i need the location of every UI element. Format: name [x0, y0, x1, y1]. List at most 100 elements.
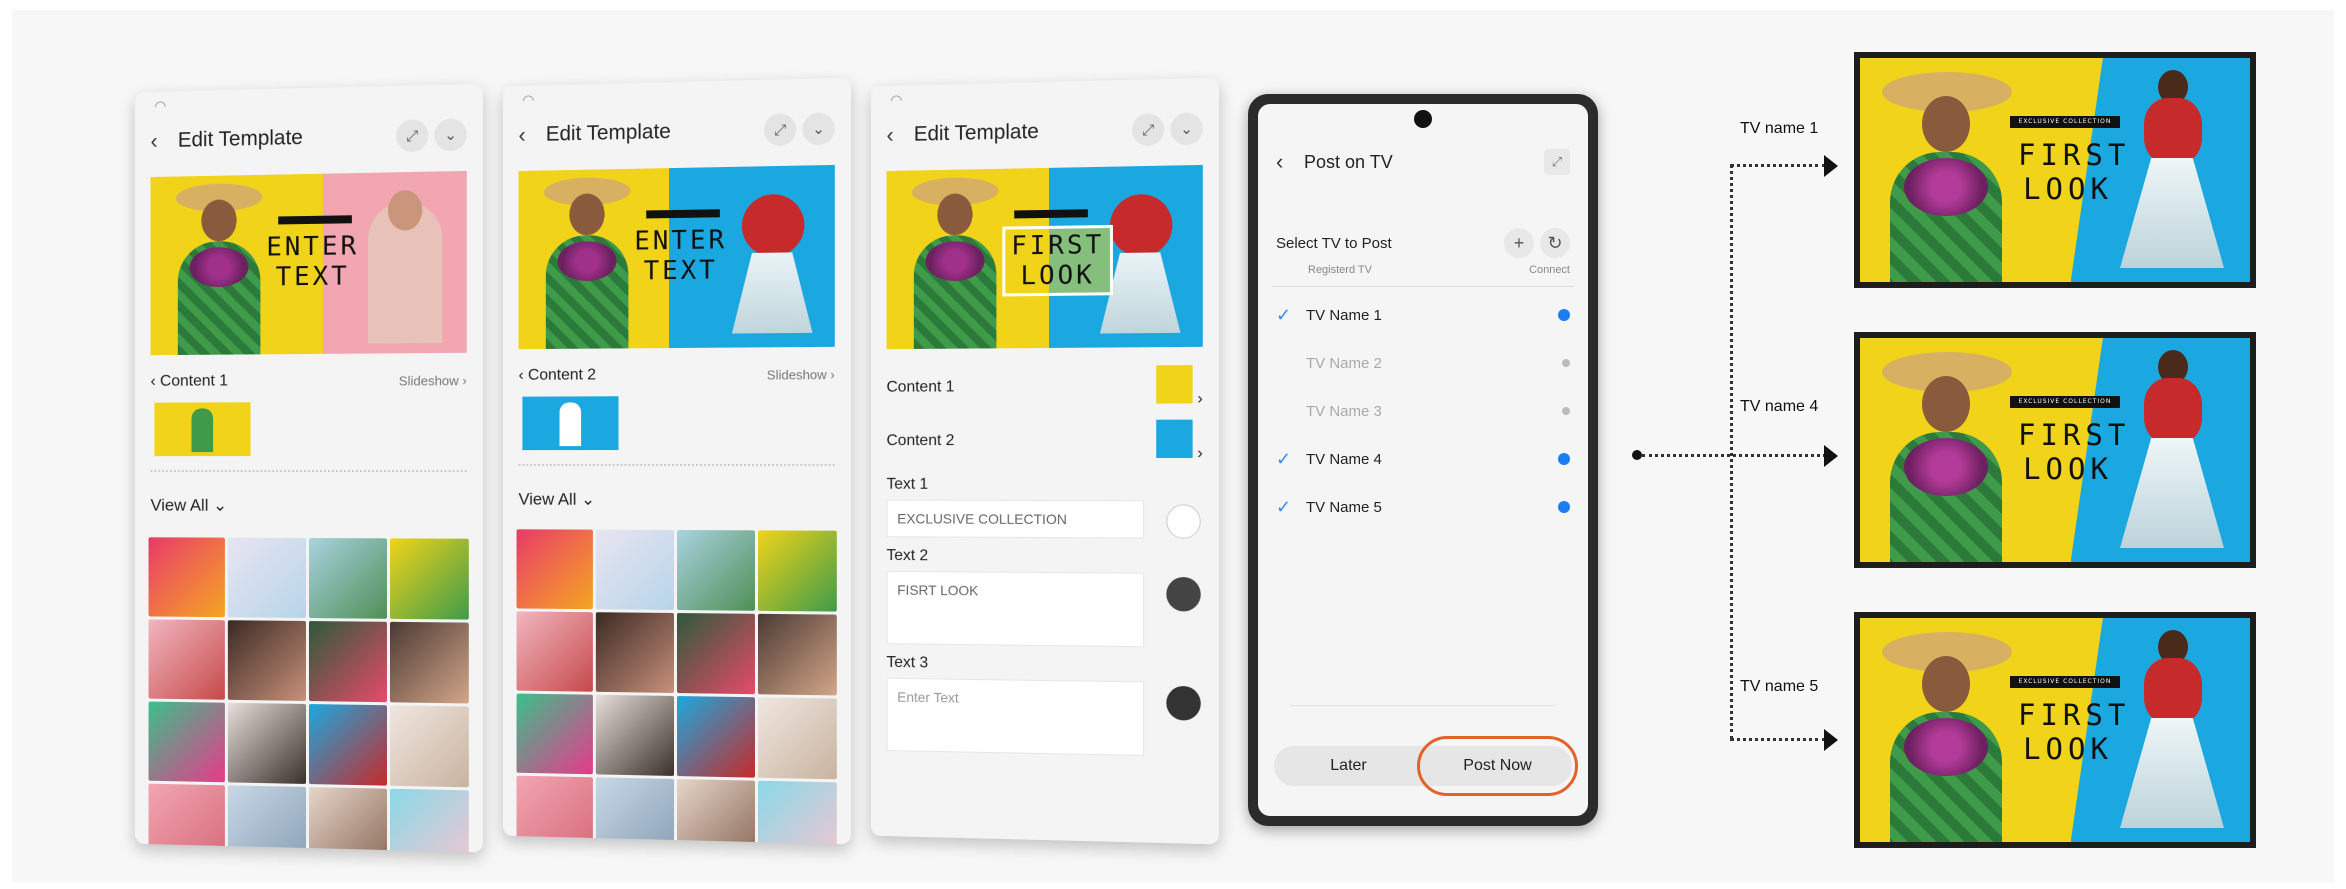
post-now-button[interactable]: Post Now	[1417, 736, 1578, 796]
grid-image[interactable]	[516, 611, 594, 692]
back-icon[interactable]: ‹	[150, 128, 177, 154]
grid-image[interactable]	[676, 613, 755, 695]
content-1-thumbnail[interactable]: ›	[1156, 364, 1203, 408]
page-title: Edit Template	[913, 120, 1039, 146]
grid-image[interactable]	[516, 693, 594, 775]
grid-image[interactable]	[148, 783, 226, 853]
content-thumbnail[interactable]	[154, 402, 251, 457]
grid-image[interactable]	[516, 529, 594, 610]
text-1-label: Text 1	[886, 475, 929, 493]
slideshow-link[interactable]: Slideshow ›	[767, 367, 835, 383]
preview-text: ENTER TEXT	[634, 225, 728, 287]
tv-list-item[interactable]: TV Name 3	[1258, 387, 1588, 435]
grid-image[interactable]	[757, 697, 837, 780]
tv-label: TV name 4	[1740, 398, 1819, 415]
text-1-field[interactable]: EXCLUSIVE COLLECTION	[886, 499, 1145, 539]
chevron-down-icon[interactable]: ⌄	[802, 112, 835, 146]
image-grid	[516, 529, 837, 845]
tv-headline: FIRST LOOK	[2018, 698, 2131, 766]
grid-image[interactable]	[757, 613, 837, 696]
view-all-dropdown[interactable]: View All ⌄	[503, 480, 851, 521]
tv-list-item[interactable]: ✓ TV Name 1	[1258, 291, 1588, 339]
arrow-to-tv-5	[1824, 729, 1838, 751]
template-preview[interactable]: ENTER TEXT	[150, 170, 467, 356]
grid-image[interactable]	[389, 705, 469, 788]
tv-banner: EXCLUSIVE COLLECTION	[2010, 676, 2120, 688]
check-icon: ✓	[1276, 496, 1292, 517]
connection-status-dot	[1558, 501, 1570, 513]
page-title: Edit Template	[177, 126, 303, 152]
slideshow-link[interactable]: Slideshow ›	[399, 373, 467, 389]
text-3-field[interactable]: Enter Text	[886, 677, 1145, 756]
arrow-to-tv-1	[1824, 155, 1838, 177]
grid-image[interactable]	[228, 620, 306, 701]
grid-image[interactable]	[148, 619, 226, 700]
stage: ◠ ‹ Edit Template ⤢ ⌄ ENTER TEXT ‹ Conte…	[12, 10, 2334, 882]
tv-headline: FIRST LOOK	[2018, 418, 2131, 486]
grid-image[interactable]	[148, 701, 226, 783]
grid-image[interactable]	[757, 780, 837, 845]
grid-image[interactable]	[228, 702, 306, 784]
content-label[interactable]: ‹ Content 2	[518, 366, 596, 384]
grid-image[interactable]	[596, 694, 674, 776]
grid-image[interactable]	[516, 775, 594, 845]
template-preview[interactable]: ENTER TEXT	[518, 164, 835, 350]
tv-list-item[interactable]: ✓ TV Name 5	[1258, 483, 1588, 531]
back-icon[interactable]: ‹	[886, 122, 913, 148]
tv-headline: FIRST LOOK	[2018, 138, 2131, 206]
chevron-down-icon[interactable]: ⌄	[434, 118, 467, 152]
edit-template-screen-1: ◠ ‹ Edit Template ⤢ ⌄ ENTER TEXT ‹ Conte…	[134, 83, 484, 853]
grid-image[interactable]	[308, 621, 387, 703]
view-all-dropdown[interactable]: View All ⌄	[135, 486, 483, 527]
content-1-label: Content 1	[886, 378, 955, 396]
text-2-color-picker[interactable]	[1166, 576, 1201, 612]
page-title: Post on TV	[1304, 151, 1393, 172]
arrow-to-tv-4	[1824, 445, 1838, 467]
grid-image[interactable]	[148, 537, 226, 618]
back-icon[interactable]: ‹	[1276, 149, 1304, 175]
grid-image[interactable]	[676, 779, 755, 845]
edit-template-screen-3: ◠ ‹ Edit Template ⤢ ⌄ FIRST LOOK Content…	[870, 77, 1220, 845]
grid-image[interactable]	[308, 538, 387, 619]
content-label[interactable]: ‹ Content 1	[150, 372, 228, 390]
grid-image[interactable]	[596, 777, 674, 845]
text-1-color-picker[interactable]	[1166, 504, 1201, 539]
grid-image[interactable]	[228, 785, 306, 853]
tv-list-item[interactable]: TV Name 2	[1258, 339, 1588, 387]
grid-image[interactable]	[389, 621, 469, 704]
connection-status-dot	[1562, 359, 1570, 367]
expand-icon[interactable]: ⤢	[764, 113, 797, 147]
tv-banner: EXCLUSIVE COLLECTION	[2010, 116, 2120, 128]
grid-image[interactable]	[308, 787, 387, 853]
connection-status-dot	[1562, 407, 1570, 415]
add-icon[interactable]: +	[1504, 228, 1534, 258]
grid-image[interactable]	[228, 537, 306, 618]
expand-icon[interactable]: ⤢	[1544, 149, 1570, 175]
edit-template-screen-2: ◠ ‹ Edit Template ⤢ ⌄ ENTER TEXT ‹ Conte…	[502, 77, 852, 845]
tv-name: TV Name 4	[1306, 450, 1382, 468]
phone-device: ‹ Post on TV ⤢ Select TV to Post + ↻ Reg…	[1248, 94, 1598, 826]
grid-image[interactable]	[389, 788, 469, 853]
content-2-thumbnail[interactable]: ›	[1156, 419, 1203, 462]
grid-image[interactable]	[596, 612, 674, 693]
text-2-field[interactable]: FISRT LOOK	[886, 570, 1145, 648]
back-icon[interactable]: ‹	[518, 122, 545, 148]
expand-icon[interactable]: ⤢	[1132, 113, 1165, 147]
content-thumbnail[interactable]	[522, 396, 619, 451]
template-preview[interactable]: FIRST LOOK	[886, 164, 1203, 350]
expand-icon[interactable]: ⤢	[396, 119, 429, 153]
preview-text: FIRST LOOK	[1002, 224, 1114, 297]
grid-image[interactable]	[676, 530, 755, 611]
tv-list-item[interactable]: ✓ TV Name 4	[1258, 435, 1588, 483]
grid-image[interactable]	[757, 530, 837, 612]
grid-image[interactable]	[596, 529, 674, 610]
chevron-down-icon[interactable]: ⌄	[1170, 112, 1203, 146]
grid-image[interactable]	[308, 704, 387, 786]
post-on-tv-screen: ‹ Post on TV ⤢ Select TV to Post + ↻ Reg…	[1258, 104, 1588, 816]
text-3-color-picker[interactable]	[1166, 685, 1201, 721]
grid-image[interactable]	[676, 696, 755, 778]
refresh-icon[interactable]: ↻	[1540, 228, 1570, 258]
later-button[interactable]: Later	[1274, 746, 1423, 786]
tv-label: TV name 1	[1740, 120, 1819, 137]
grid-image[interactable]	[389, 538, 469, 620]
